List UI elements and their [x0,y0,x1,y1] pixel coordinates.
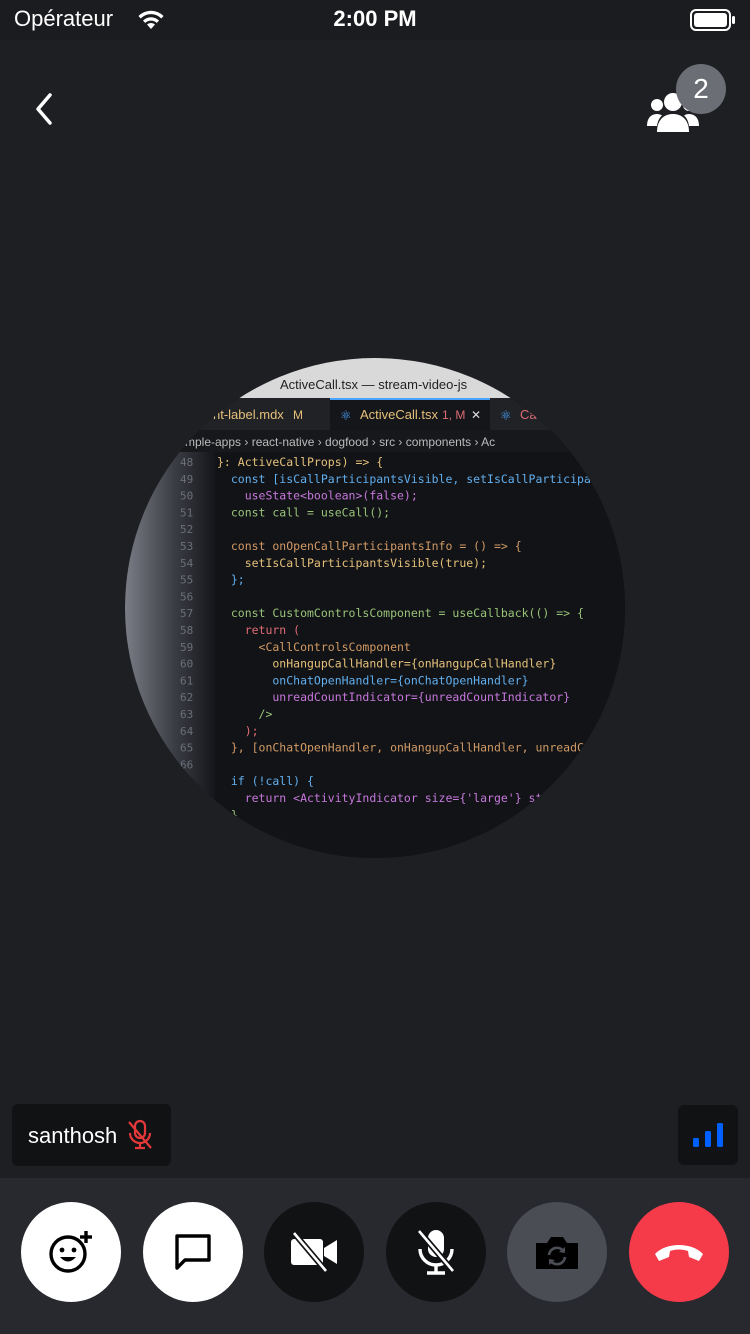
code-line-text: const [isCallParticipantsVisible, setIsC… [217,472,598,486]
code-line-text: onChatOpenHandler={onChatOpenHandler} [217,673,529,687]
code-line-text: const call = useCall(); [217,505,390,519]
code-line-number: 63 [180,708,193,721]
participant-count-badge: 2 [676,64,726,114]
flip-camera-button[interactable] [507,1202,607,1302]
code-line-text: if (!call) { [217,774,314,788]
code-line-number: 58 [180,624,193,637]
network-quality-indicator [678,1105,738,1165]
signal-bars-icon [693,1123,723,1147]
toggle-video-button[interactable] [264,1202,364,1302]
shared-screen-content: ActiveCall.tsx — stream-video-js nt-labe… [125,358,625,858]
mic-off-icon [128,1119,152,1150]
battery-icon [690,9,735,31]
code-line-text: } [217,808,238,822]
code-line-text: /> [217,707,272,721]
code-line-text: return ( [217,623,300,637]
hangup-button[interactable] [629,1202,729,1302]
participant-name: santhosh [28,1123,118,1148]
code-line-number: 48 [180,456,193,469]
code-line-number: 60 [180,658,193,671]
toggle-mic-button[interactable] [386,1202,486,1302]
tab-badge-activecall: 1, M [442,408,465,422]
code-line-number: 59 [180,641,193,654]
window-title: ActiveCall.tsx — stream-video-js [280,377,468,392]
reaction-button[interactable] [21,1202,121,1302]
status-time: 2:00 PM [333,6,417,31]
code-line-number: 66 [180,758,193,771]
tab-label-ca: Ca [520,407,537,422]
editor-breadcrumb: mple-apps › react-native › dogfood › src… [185,435,495,449]
code-line-text: }; [217,573,245,587]
code-line-text: const CustomControlsComponent = useCallb… [217,606,584,620]
chevron-left-icon [36,93,52,125]
code-line-number: 54 [180,557,194,570]
mic-off-icon [416,1229,456,1275]
code-line-number: 65 [180,742,193,755]
video-off-icon [291,1231,337,1273]
tab-close-icon: ✕ [471,408,481,422]
code-line-number: 57 [180,607,193,620]
tab-label-activecall: ActiveCall.tsx [360,407,439,422]
participant-name-tag: santhosh [12,1104,171,1166]
code-line-text: ); [217,724,259,738]
code-line-number: 55 [180,574,193,587]
chat-bubble-icon [175,1234,211,1270]
camera-flip-icon [536,1237,578,1269]
code-line-number: 56 [180,590,193,603]
status-bar: Opérateur 2:00 PM [0,0,750,40]
code-line-text: unreadCountIndicator={unreadCountIndicat… [217,690,570,704]
code-line-number: 51 [180,506,193,519]
code-line-text: onHangupCallHandler={onHangupCallHandler… [217,657,556,671]
code-line-number: 61 [180,674,193,687]
screen-share-video: ActiveCall.tsx — stream-video-js nt-labe… [125,358,625,858]
tab-badge-mdx: M [293,408,303,422]
code-line-text: }, [onChatOpenHandler, onHangupCallHandl… [217,741,591,755]
react-file-icon-2: ⚛ [500,409,512,424]
code-line-text: useState<boolean>(false); [217,489,418,503]
emoji-plus-icon [49,1231,92,1273]
code-line-text: return <ActivityIndicator size={'large'}… [217,791,542,805]
participants-button[interactable]: 2 [640,62,730,142]
code-line-number: 49 [180,473,193,486]
phone-hangup-icon [655,1245,703,1261]
code-line-number: 53 [180,540,193,553]
code-line-number: 62 [180,691,193,704]
code-line-number: 64 [180,725,194,738]
tab-label-mdx: nt-label.mdx [213,407,284,422]
back-button[interactable] [22,86,68,132]
call-controls-bar [0,1178,750,1334]
code-line-text: const onOpenCallParticipantsInfo = () =>… [217,539,522,553]
chat-button[interactable] [143,1202,243,1302]
code-line-number: 50 [180,490,193,503]
code-line-number: 52 [180,523,193,536]
code-line-text: }: ActiveCallProps) => { [217,455,383,469]
react-file-icon: ⚛ [340,409,352,424]
code-line-text: setIsCallParticipantsVisible(true); [217,556,487,570]
code-line-text: <CallControlsComponent [217,640,411,654]
